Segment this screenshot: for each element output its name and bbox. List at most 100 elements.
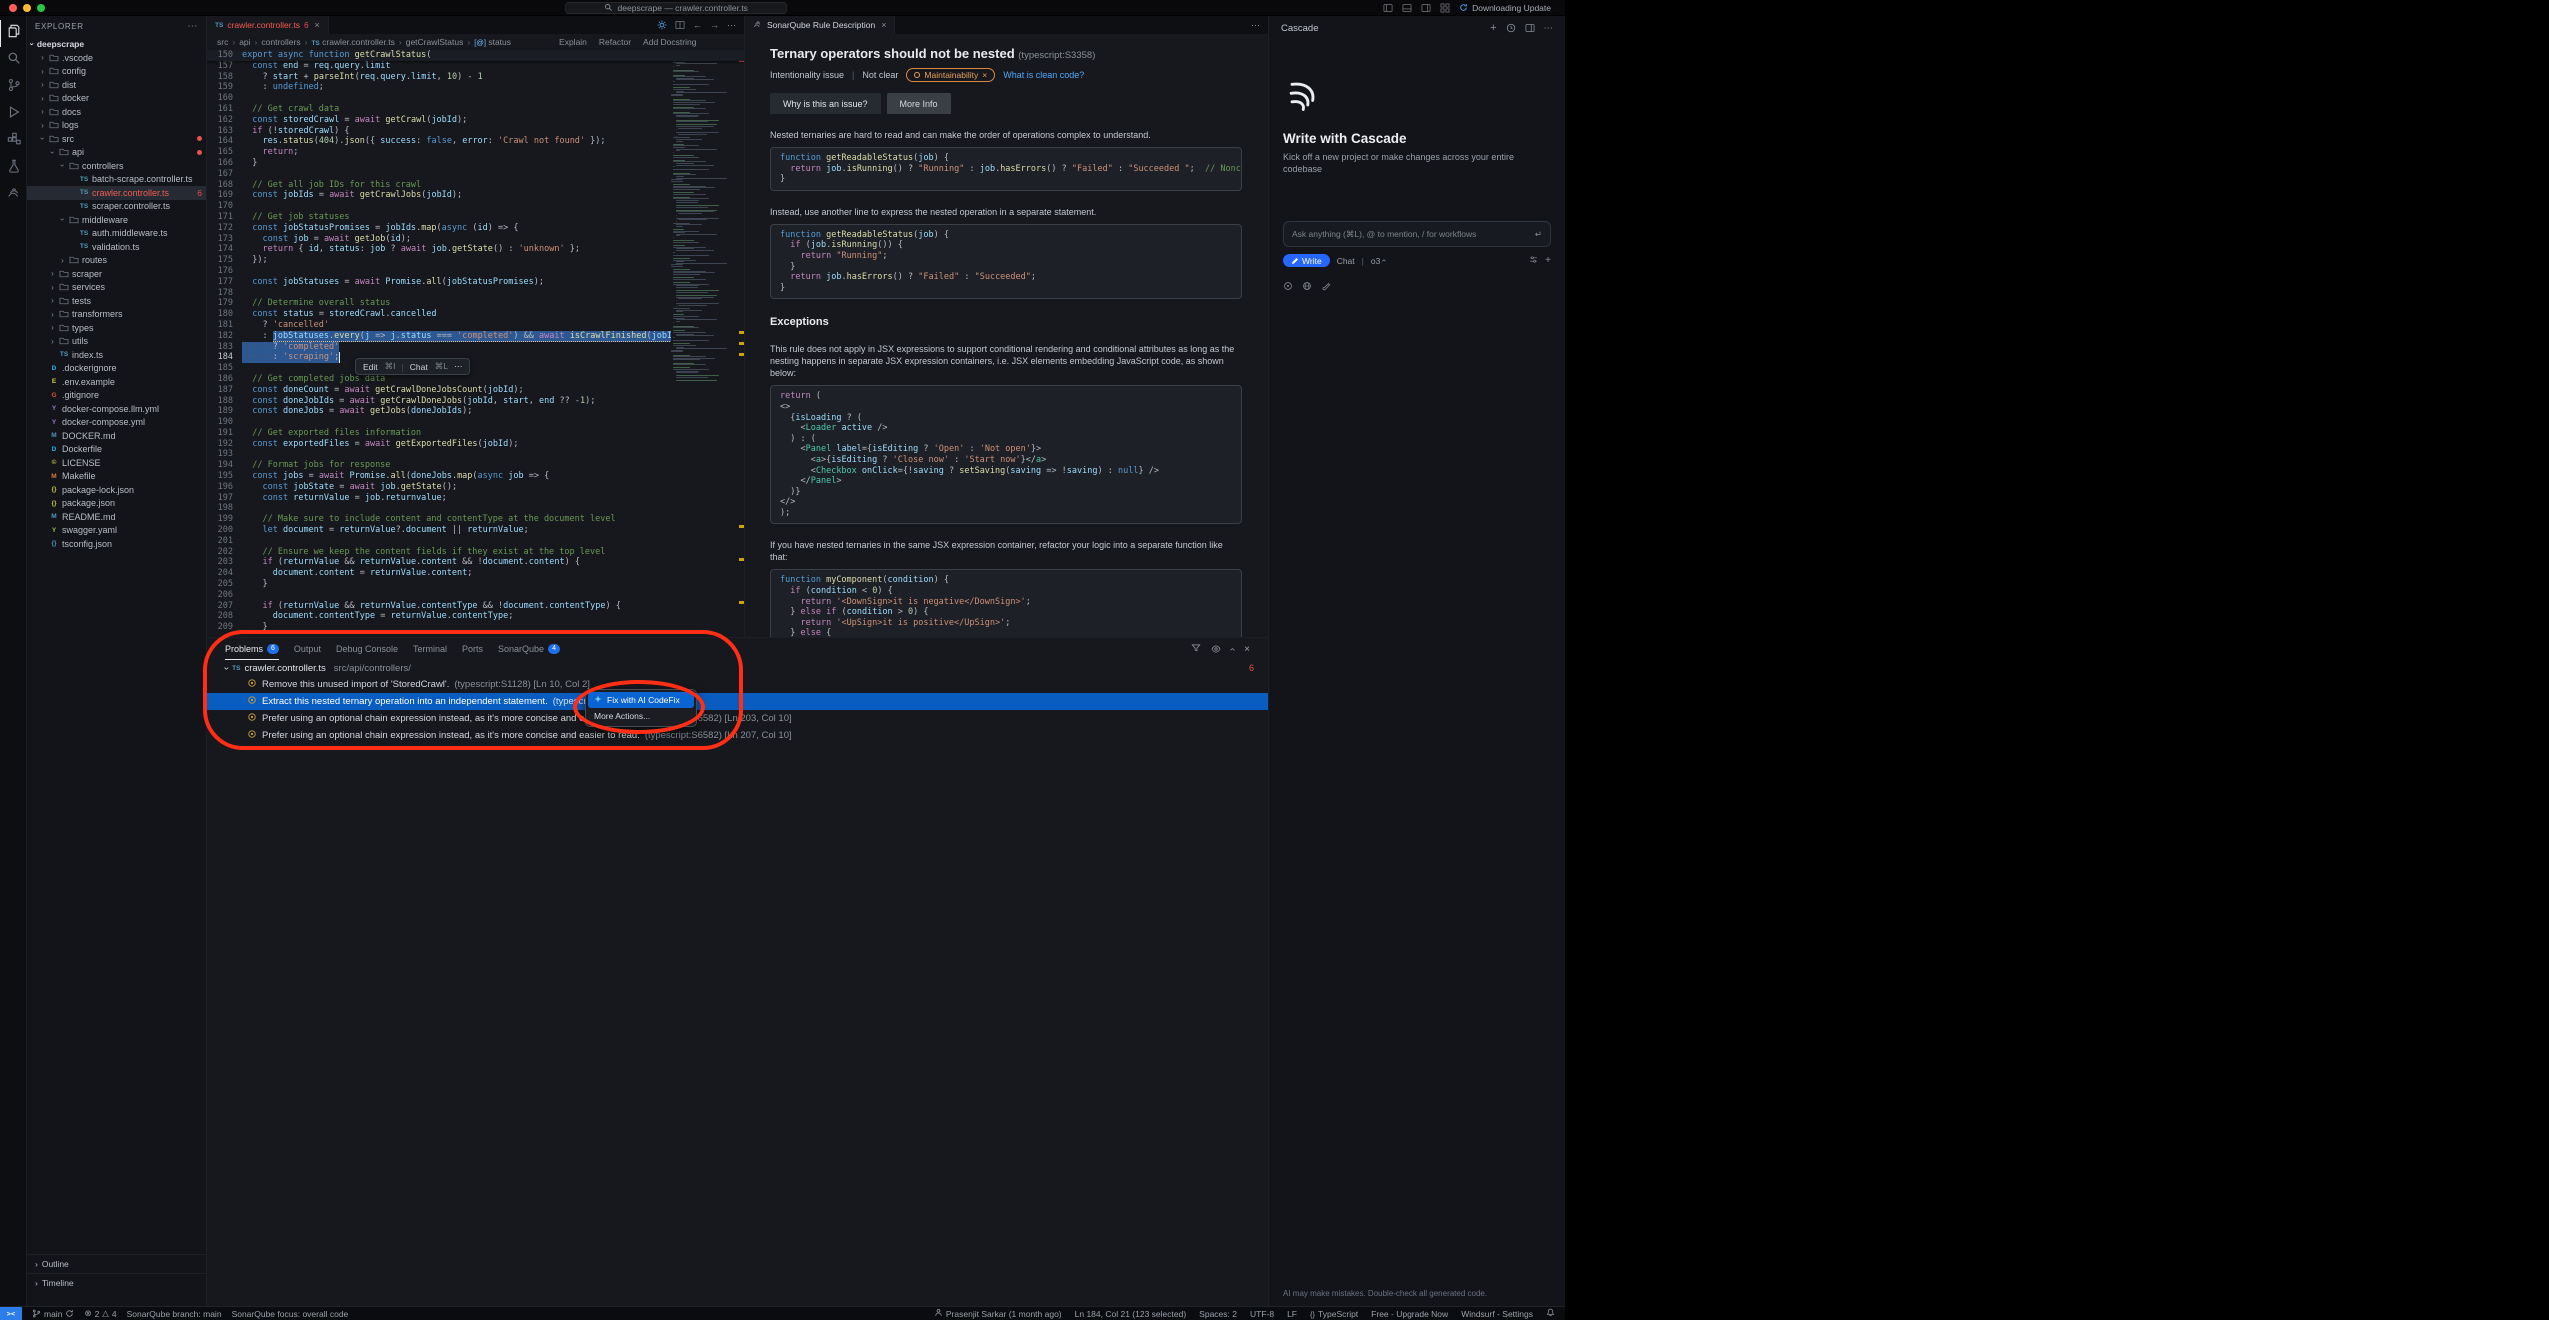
panel-tab-terminal[interactable]: Terminal bbox=[413, 638, 447, 660]
codelens-refactor[interactable]: Refactor bbox=[599, 37, 631, 47]
tree-item-validation.ts[interactable]: TSvalidation.ts bbox=[27, 240, 206, 254]
tree-item-src[interactable]: ›src bbox=[27, 132, 206, 146]
tree-item-logs[interactable]: ›logs bbox=[27, 119, 206, 133]
tree-item-docker-compose.yml[interactable]: Ydocker-compose.yml bbox=[27, 416, 206, 430]
code-line[interactable]: 170 bbox=[207, 201, 744, 212]
tree-item-tests[interactable]: ›tests bbox=[27, 294, 206, 308]
code-line[interactable]: 169 const jobIds = await getCrawlJobs(jo… bbox=[207, 190, 744, 201]
close-icon[interactable]: × bbox=[982, 70, 987, 80]
chat-button[interactable]: Chat bbox=[410, 362, 428, 372]
split-editor-icon[interactable] bbox=[675, 20, 685, 30]
tree-item-controllers[interactable]: ›controllers bbox=[27, 159, 206, 173]
breadcrumb-item[interactable]: TS crawler.controller.ts bbox=[311, 37, 394, 47]
write-mode-button[interactable]: Write bbox=[1283, 254, 1330, 267]
activity-item-explorer[interactable] bbox=[0, 20, 27, 47]
tree-item-.vscode[interactable]: ›.vscode bbox=[27, 51, 206, 65]
gear-icon[interactable] bbox=[657, 20, 667, 30]
code-line[interactable]: 173 const job = await getJob(id); bbox=[207, 234, 744, 245]
problem-row[interactable]: Remove this unused import of 'StoredCraw… bbox=[207, 676, 1268, 693]
code-line[interactable]: 200 let document = returnValue?.document… bbox=[207, 525, 744, 536]
code-line[interactable]: 161 // Get crawl data bbox=[207, 104, 744, 115]
cascade-input[interactable]: Ask anything (⌘L), @ to mention, / for w… bbox=[1283, 221, 1551, 247]
toggle-secondary-sidebar-icon[interactable] bbox=[1421, 3, 1431, 13]
tree-item-transformers[interactable]: ›transformers bbox=[27, 308, 206, 322]
code-line[interactable]: 187 const doneCount = await getCrawlDone… bbox=[207, 385, 744, 396]
project-root[interactable]: › deepscrape bbox=[27, 36, 206, 51]
tree-item-services[interactable]: ›services bbox=[27, 281, 206, 295]
breadcrumb-item[interactable]: controllers bbox=[261, 37, 300, 47]
tree-item-routes[interactable]: ›routes bbox=[27, 254, 206, 268]
tree-item-config[interactable]: ›config bbox=[27, 65, 206, 79]
filter-icon[interactable] bbox=[1191, 643, 1201, 656]
tree-item-auth.middleware.ts[interactable]: TSauth.middleware.ts bbox=[27, 227, 206, 241]
problem-row[interactable]: Prefer using an optional chain expressio… bbox=[207, 710, 1268, 727]
close-window-button[interactable] bbox=[9, 4, 17, 12]
code-line[interactable]: 165 return; bbox=[207, 147, 744, 158]
breadcrumb-item[interactable]: [@] status bbox=[474, 37, 511, 47]
close-panel-icon[interactable]: × bbox=[1244, 644, 1250, 655]
edit-button[interactable]: Edit bbox=[363, 362, 378, 372]
view-mode-icon[interactable] bbox=[1211, 644, 1221, 654]
activity-item-extensions[interactable] bbox=[0, 128, 27, 155]
code-editor[interactable]: 150export async function getCrawlStatus(… bbox=[207, 50, 744, 637]
tree-item-swagger.yaml[interactable]: Yswagger.yaml bbox=[27, 524, 206, 538]
code-line[interactable]: 166 } bbox=[207, 158, 744, 169]
problems-file-group[interactable]: › TS crawler.controller.ts src/api/contr… bbox=[207, 660, 1268, 676]
tree-item-Dockerfile[interactable]: DDockerfile bbox=[27, 443, 206, 457]
code-line[interactable]: 194 // Format jobs for response bbox=[207, 460, 744, 471]
status-item-utf-8[interactable]: UTF-8 bbox=[1250, 1309, 1274, 1319]
history-icon[interactable] bbox=[1506, 23, 1516, 33]
minimap[interactable] bbox=[671, 50, 739, 637]
maximize-panel-icon[interactable]: › bbox=[1227, 647, 1238, 650]
tree-item-api[interactable]: ›api bbox=[27, 146, 206, 160]
code-line[interactable]: 179 // Determine overall status bbox=[207, 298, 744, 309]
tree-item-docs[interactable]: ›docs bbox=[27, 105, 206, 119]
code-line[interactable]: 204 document.content = returnValue.conte… bbox=[207, 568, 744, 579]
maintainability-badge[interactable]: Maintainability × bbox=[906, 68, 995, 82]
settings-sliders-icon[interactable] bbox=[1529, 255, 1538, 264]
code-line[interactable]: 174 return { id, status: job ? await job… bbox=[207, 244, 744, 255]
code-line[interactable]: 195 const jobs = await Promise.all(doneJ… bbox=[207, 471, 744, 482]
tree-item-tsconfig.json[interactable]: {}tsconfig.json bbox=[27, 537, 206, 551]
activity-item-sonarqube[interactable] bbox=[0, 182, 27, 209]
tree-item-.dockerignore[interactable]: D.dockerignore bbox=[27, 362, 206, 376]
code-line[interactable]: 175 }); bbox=[207, 255, 744, 266]
code-line[interactable]: 199 // Make sure to include content and … bbox=[207, 514, 744, 525]
tree-item-utils[interactable]: ›utils bbox=[27, 335, 206, 349]
customize-icon[interactable] bbox=[1321, 281, 1331, 291]
code-line[interactable]: 171 // Get job statuses bbox=[207, 212, 744, 223]
panel-tab-output[interactable]: Output bbox=[294, 638, 321, 660]
breadcrumb-item[interactable]: getCrawlStatus bbox=[406, 37, 464, 47]
tree-item-index.ts[interactable]: TSindex.ts bbox=[27, 348, 206, 362]
status-item-free-upgrade-now[interactable]: Free - Upgrade Now bbox=[1371, 1309, 1448, 1319]
code-line[interactable]: 168 // Get all job IDs for this crawl bbox=[207, 180, 744, 191]
tree-item-LICENSE[interactable]: ©LICENSE bbox=[27, 456, 206, 470]
sonarqube-focus-item[interactable]: SonarQube focus: overall code bbox=[232, 1309, 349, 1319]
problem-row[interactable]: Extract this nested ternary operation in… bbox=[207, 693, 1268, 710]
maximize-window-button[interactable] bbox=[37, 4, 45, 12]
mcp-tools-icon[interactable] bbox=[1283, 281, 1293, 291]
breadcrumb-item[interactable]: api bbox=[239, 37, 250, 47]
code-line[interactable]: 203 if (returnValue && returnValue.conte… bbox=[207, 557, 744, 568]
code-line[interactable]: 159 : undefined; bbox=[207, 82, 744, 93]
code-line[interactable]: 206 bbox=[207, 590, 744, 601]
problems-summary[interactable]: ⊗2 △4 bbox=[84, 1308, 116, 1319]
code-line[interactable]: 178 bbox=[207, 288, 744, 299]
minimize-window-button[interactable] bbox=[23, 4, 31, 12]
code-line[interactable]: 198 bbox=[207, 503, 744, 514]
panel-tab-ports[interactable]: Ports bbox=[462, 638, 483, 660]
outline-section[interactable]: › Outline bbox=[27, 1254, 206, 1273]
code-line[interactable]: 186 // Get completed jobs data bbox=[207, 374, 744, 385]
downloading-update-button[interactable]: Downloading Update bbox=[1459, 3, 1551, 13]
code-line[interactable]: 205 } bbox=[207, 579, 744, 590]
back-icon[interactable]: ← bbox=[693, 20, 702, 30]
more-icon[interactable]: ⋯ bbox=[1544, 23, 1554, 34]
close-icon[interactable]: × bbox=[881, 20, 886, 30]
code-line[interactable]: 158 ? start + parseInt(req.query.limit, … bbox=[207, 72, 744, 83]
forward-icon[interactable]: → bbox=[710, 20, 719, 30]
new-chat-icon[interactable]: + bbox=[1490, 22, 1496, 34]
status-item-ln-184-col-21-123-selected-[interactable]: Ln 184, Col 21 (123 selected) bbox=[1075, 1309, 1187, 1319]
activity-item-search[interactable] bbox=[0, 47, 27, 74]
tree-item-package.json[interactable]: {}package.json bbox=[27, 497, 206, 511]
web-search-icon[interactable] bbox=[1302, 281, 1312, 291]
